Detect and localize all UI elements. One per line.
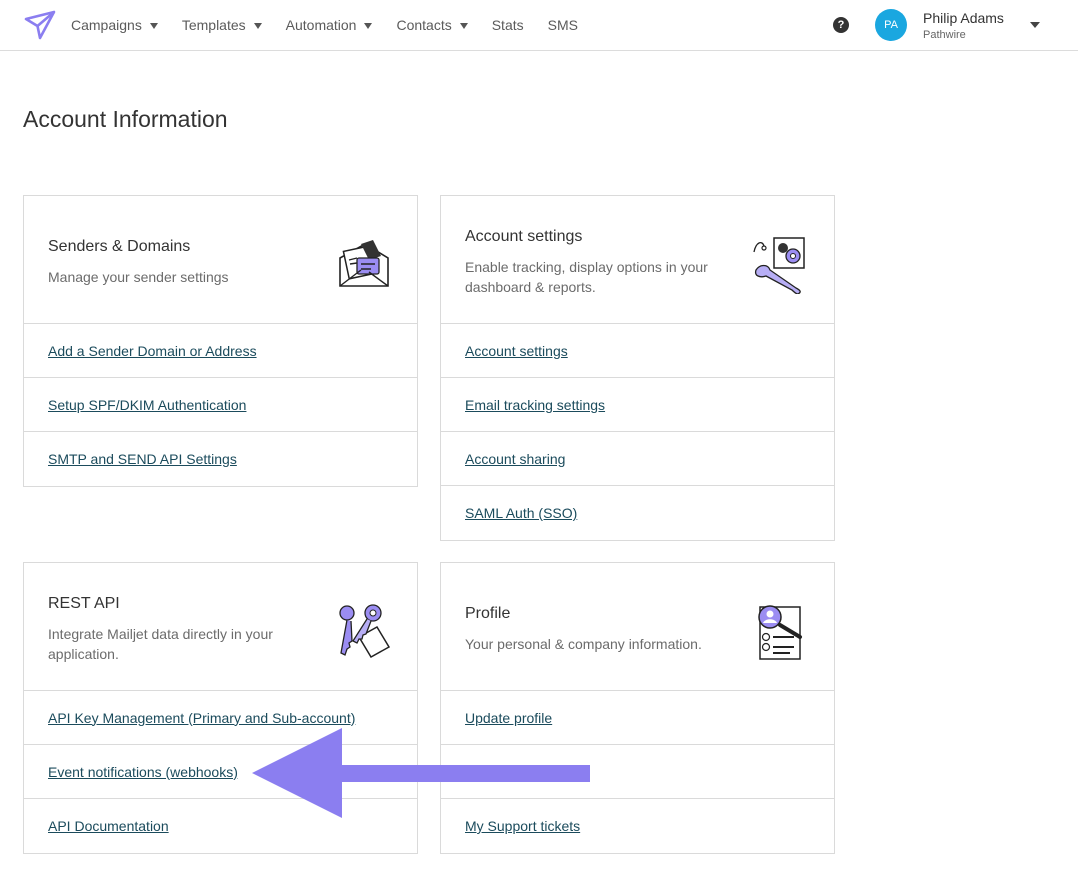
- chevron-down-icon: [253, 22, 262, 29]
- list-item: SAML Auth (SSO): [441, 486, 834, 540]
- card-account-settings: Account settings Enable tracking, displa…: [440, 195, 835, 541]
- card-description: Your personal & company information.: [465, 636, 702, 652]
- card-title: Profile: [465, 605, 511, 622]
- profile-search-icon: [758, 605, 802, 660]
- main-nav: Campaigns Templates Automation Contacts …: [71, 0, 602, 50]
- page-title: Account Information: [23, 106, 228, 132]
- link-event-notifications[interactable]: Event notifications (webhooks): [48, 764, 238, 780]
- list-item: Account settings: [441, 324, 834, 378]
- card-description: Enable tracking, display options in your…: [465, 259, 708, 295]
- link-api-documentation[interactable]: API Documentation: [48, 818, 169, 834]
- nav-sms[interactable]: SMS: [548, 17, 578, 33]
- nav-campaigns-label: Campaigns: [71, 17, 142, 33]
- link-email-tracking[interactable]: Email tracking settings: [465, 397, 605, 413]
- card-senders-domains: Senders & Domains Manage your sender set…: [23, 195, 418, 487]
- nav-contacts-label: Contacts: [396, 17, 452, 33]
- link-account-settings[interactable]: Account settings: [465, 343, 568, 359]
- chevron-down-icon: [459, 22, 468, 29]
- card-title: Account settings: [465, 228, 583, 245]
- user-menu-chevron-icon[interactable]: [1030, 22, 1040, 28]
- annotation-arrow-icon: [252, 728, 590, 818]
- link-api-key-management[interactable]: API Key Management (Primary and Sub-acco…: [48, 710, 355, 726]
- card-header: Senders & Domains Manage your sender set…: [24, 196, 417, 324]
- list-item: Add a Sender Domain or Address: [24, 324, 417, 378]
- wrench-gear-icon: [753, 237, 805, 294]
- help-icon[interactable]: ?: [833, 17, 849, 33]
- nav-templates-label: Templates: [181, 17, 246, 33]
- list-item: Setup SPF/DKIM Authentication: [24, 378, 417, 432]
- list-item: SMTP and SEND API Settings: [24, 432, 417, 486]
- link-my-support-tickets[interactable]: My Support tickets: [465, 818, 580, 834]
- nav-campaigns[interactable]: Campaigns: [71, 17, 158, 33]
- link-update-profile[interactable]: Update profile: [465, 710, 552, 726]
- list-item: Email tracking settings: [441, 378, 834, 432]
- card-header: Account settings Enable tracking, displa…: [441, 196, 834, 324]
- nav-stats-label: Stats: [491, 17, 524, 33]
- nav-automation[interactable]: Automation: [286, 17, 373, 33]
- nav-automation-label: Automation: [285, 17, 357, 33]
- card-description: Integrate Mailjet data directly in your …: [48, 626, 273, 662]
- card-header: Profile Your personal & company informat…: [441, 563, 834, 691]
- nav-sms-label: SMS: [547, 17, 578, 33]
- keys-icon: [339, 604, 391, 659]
- chevron-down-icon: [149, 22, 158, 29]
- link-account-sharing[interactable]: Account sharing: [465, 451, 565, 467]
- link-saml-auth[interactable]: SAML Auth (SSO): [465, 505, 577, 521]
- user-org: Pathwire: [923, 29, 966, 41]
- avatar[interactable]: PA: [875, 9, 907, 41]
- top-navbar: Campaigns Templates Automation Contacts …: [0, 0, 1078, 51]
- nav-stats[interactable]: Stats: [492, 17, 524, 33]
- user-name[interactable]: Philip Adams: [923, 10, 1004, 26]
- chevron-down-icon: [364, 22, 373, 29]
- card-title: REST API: [48, 595, 120, 612]
- nav-templates[interactable]: Templates: [182, 17, 262, 33]
- card-header: REST API Integrate Mailjet data directly…: [24, 563, 417, 691]
- envelope-icon: [339, 240, 389, 287]
- link-smtp-send-api[interactable]: SMTP and SEND API Settings: [48, 451, 237, 467]
- mailjet-logo-icon[interactable]: [24, 10, 56, 40]
- card-description: Manage your sender settings: [48, 269, 229, 285]
- link-setup-spf-dkim[interactable]: Setup SPF/DKIM Authentication: [48, 397, 246, 413]
- card-title: Senders & Domains: [48, 238, 191, 255]
- link-add-sender-domain[interactable]: Add a Sender Domain or Address: [48, 343, 257, 359]
- nav-contacts[interactable]: Contacts: [396, 17, 468, 33]
- list-item: Account sharing: [441, 432, 834, 486]
